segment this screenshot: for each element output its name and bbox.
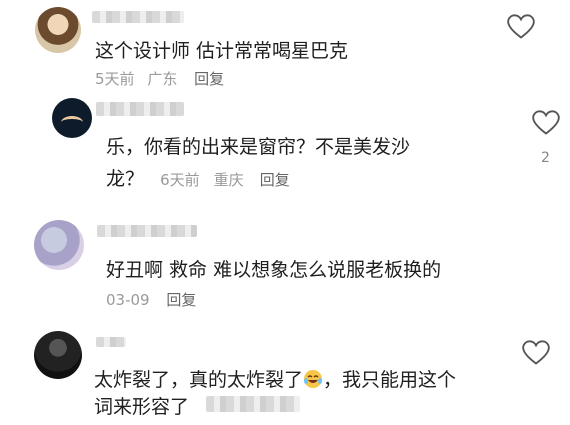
comment-location: 重庆	[213, 171, 244, 189]
avatar[interactable]	[34, 331, 82, 379]
like-count: 2	[541, 150, 550, 166]
avatar[interactable]	[34, 220, 84, 270]
avatar[interactable]	[52, 98, 92, 138]
comment-meta: 03-09 回复	[106, 289, 196, 310]
username-redacted[interactable]	[92, 11, 184, 23]
comment-location: 广东	[147, 70, 178, 88]
comment-text: 这个设计师 估计常常喝星巴克	[95, 40, 349, 62]
comment-text-line2: 龙？ 6天前 重庆 回复	[106, 168, 290, 190]
like-heart-icon[interactable]	[507, 14, 535, 40]
comment-text-line2: 词来形容了	[94, 396, 190, 418]
comment-text-line1: 太炸裂了，真的太炸裂了 ，我只能用这个	[94, 369, 457, 391]
like-heart-icon[interactable]	[532, 110, 560, 136]
comment-time: 6天前	[160, 171, 200, 189]
username-redacted[interactable]	[97, 225, 197, 237]
redacted-text	[206, 396, 300, 412]
reply-button[interactable]: 回复	[260, 171, 290, 189]
comment-meta: 5天前 广东 回复	[95, 68, 224, 89]
comment-time: 5天前	[95, 70, 135, 88]
comment-time: 03-09	[106, 291, 150, 309]
like-heart-icon[interactable]	[522, 340, 550, 366]
comment-text-line1: 乐，你看的出来是窗帘？不是美发沙	[106, 136, 411, 158]
username-redacted[interactable]	[96, 102, 184, 116]
reply-button[interactable]: 回复	[194, 70, 224, 88]
avatar[interactable]	[35, 7, 81, 53]
username-redacted[interactable]	[96, 337, 126, 347]
reply-button[interactable]: 回复	[166, 291, 196, 309]
comment-text: 好丑啊 救命 难以想象怎么说服老板换的	[106, 259, 442, 281]
crying-laughing-emoji-icon	[304, 370, 323, 388]
